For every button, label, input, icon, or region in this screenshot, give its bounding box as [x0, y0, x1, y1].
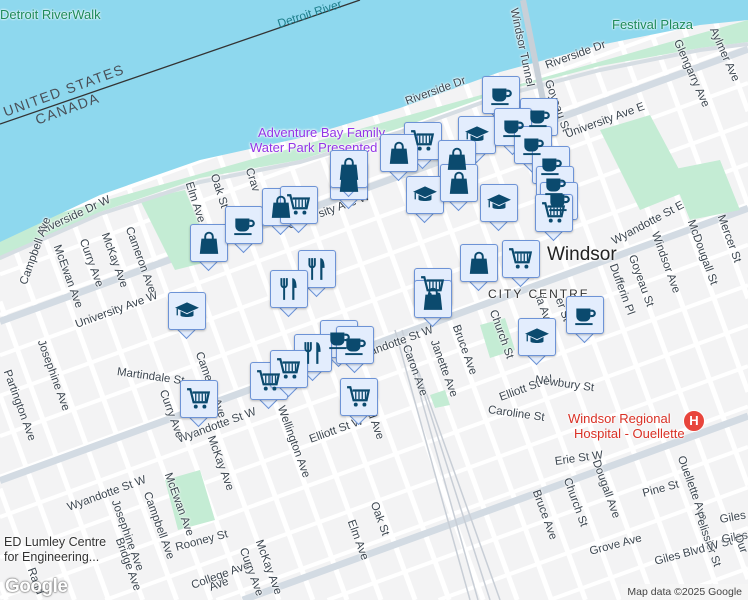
- graduation-cap-marker[interactable]: [518, 318, 556, 366]
- shopping-bag-marker[interactable]: [460, 244, 498, 292]
- shopping-cart-marker[interactable]: [280, 186, 318, 234]
- shopping-cart-icon: [347, 386, 371, 407]
- hospital-label[interactable]: Windsor Regional: [568, 412, 671, 425]
- graduation-cap-icon: [413, 186, 437, 201]
- street-label: Detroit RiverWalk: [0, 7, 101, 22]
- shopping-bag-marker[interactable]: [440, 164, 478, 212]
- graduation-cap-marker[interactable]: [168, 292, 206, 340]
- coffee-cup-icon: [575, 308, 596, 326]
- shopping-bag-marker[interactable]: [414, 280, 452, 328]
- fork-knife-icon: [280, 278, 297, 300]
- shopping-bag-icon: [389, 141, 409, 164]
- street-label: Festival Plaza: [612, 17, 693, 32]
- shopping-bag-icon: [469, 251, 489, 274]
- coffee-cup-marker[interactable]: [566, 296, 604, 344]
- coffee-cup-marker[interactable]: [225, 206, 263, 254]
- shopping-cart-marker[interactable]: [340, 378, 378, 426]
- hospital-icon[interactable]: H: [683, 410, 705, 432]
- graduation-cap-marker[interactable]: [480, 184, 518, 232]
- shopping-cart-icon: [287, 194, 311, 215]
- graduation-cap-icon: [525, 328, 549, 343]
- google-logo: Google: [5, 576, 68, 597]
- fork-knife-icon: [304, 342, 321, 364]
- shopping-bag-icon: [199, 231, 219, 254]
- shopping-cart-icon: [411, 130, 435, 151]
- shopping-cart-marker[interactable]: [502, 240, 540, 288]
- shopping-bag-icon: [447, 147, 467, 170]
- coffee-cup-icon: [529, 110, 550, 128]
- graduation-cap-icon: [465, 126, 489, 141]
- shopping-cart-marker[interactable]: [180, 380, 218, 428]
- shopping-cart-icon: [542, 202, 566, 223]
- graduation-cap-marker[interactable]: [406, 176, 444, 224]
- fork-knife-marker[interactable]: [270, 270, 308, 318]
- shopping-bag-icon: [339, 157, 359, 180]
- shopping-bag-icon: [449, 171, 469, 194]
- map-attribution[interactable]: Map data ©2025 Google: [621, 584, 748, 600]
- hospital-label[interactable]: Hospital - Ouellette: [574, 427, 685, 440]
- fork-knife-icon: [308, 258, 325, 280]
- street-label[interactable]: for Engineering...: [4, 551, 99, 564]
- coffee-cup-icon: [345, 338, 366, 356]
- graduation-cap-icon: [487, 194, 511, 209]
- coffee-cup-icon: [491, 88, 512, 106]
- shopping-bag-marker[interactable]: [190, 224, 228, 272]
- coffee-cup-icon: [234, 218, 255, 236]
- poi-label[interactable]: Adventure Bay Family: [258, 126, 385, 139]
- coffee-cup-marker[interactable]: [336, 326, 374, 374]
- shopping-cart-icon: [509, 248, 533, 269]
- city-label: Windsor: [547, 244, 617, 265]
- shopping-cart-icon: [277, 358, 301, 379]
- graduation-cap-icon: [175, 302, 199, 317]
- street-label[interactable]: ED Lumley Centre: [4, 536, 106, 549]
- shopping-cart-icon: [187, 388, 211, 409]
- shopping-bag-icon: [423, 287, 443, 310]
